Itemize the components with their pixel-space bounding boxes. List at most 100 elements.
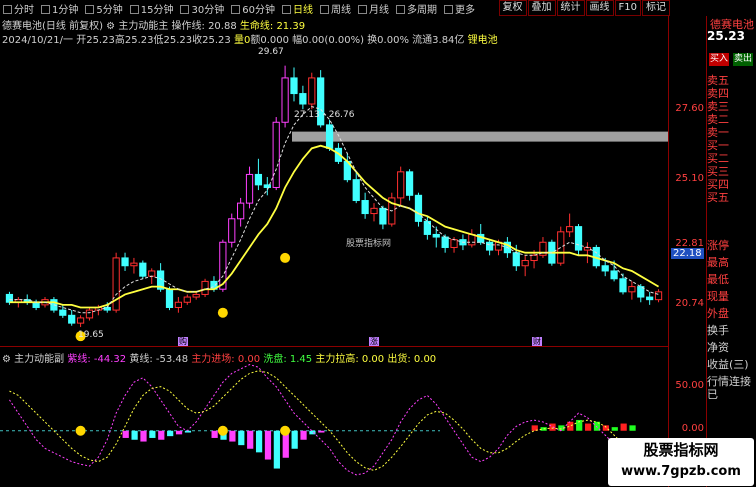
tab-6[interactable]: 日线 (279, 1, 317, 16)
tab-0[interactable]: 分时 (0, 1, 38, 16)
sub-axis-label-2: 0.00 (681, 423, 704, 434)
tab-checkbox-icon (129, 5, 139, 14)
tab-label: 日线 (292, 4, 313, 16)
signal-bar (567, 421, 574, 431)
stat-label-0: 涨停 (707, 239, 729, 252)
candle-body (405, 171, 414, 196)
sub-smiley-icon (280, 425, 291, 436)
signal-bar (318, 430, 325, 433)
order-label-2: 卖三 (707, 100, 729, 113)
signal-bar (238, 430, 245, 446)
candle-body (361, 200, 369, 215)
candle-body (85, 309, 94, 319)
tab-2[interactable]: 5分钟 (82, 1, 126, 16)
sub-indicator-chart[interactable] (0, 362, 668, 487)
order-label-0: 卖五 (707, 74, 729, 87)
signal-bar (131, 430, 138, 440)
panel-divider (0, 346, 668, 347)
tool-button-5[interactable]: 标记 (642, 0, 670, 16)
candle-body (646, 296, 654, 301)
candle-body (574, 226, 583, 251)
signal-bar (255, 430, 263, 453)
range-annotation: 27.13 - 26.76 (294, 110, 355, 120)
candle-body (68, 314, 76, 324)
quote-side-panel: 德赛电池 25.23 买入 卖出 卖五 卖四 卖三 卖二 卖一 买一 买二 买三 买四 买五 涨停… (706, 16, 756, 487)
tab-label: 60分钟 (242, 4, 275, 16)
candle-body (397, 171, 405, 199)
axis-label-2: 25.10 (675, 173, 704, 184)
signal-bar (158, 430, 165, 440)
candle-body (148, 270, 156, 277)
tab-label: 更多 (454, 4, 475, 16)
resistance-band (292, 131, 668, 142)
tab-label: 多周期 (406, 4, 437, 16)
stat-label-7: 收益(三) (707, 358, 749, 371)
tab-7[interactable]: 周线 (317, 1, 355, 16)
candle-body (183, 296, 191, 303)
tab-4[interactable]: 30分钟 (177, 1, 228, 16)
tab-checkbox-icon (3, 5, 12, 14)
signal-bar (309, 430, 316, 435)
signal-bar (549, 423, 556, 431)
signal-bar (184, 430, 192, 433)
signal-bar (175, 430, 183, 435)
current-price-tag: 22.18 (671, 248, 704, 259)
candle-body (121, 257, 129, 267)
signal-mark-2: 涨 (369, 337, 379, 346)
order-label-1: 卖四 (707, 87, 729, 100)
stat-label-2: 最低 (707, 273, 729, 286)
tool-button-2[interactable]: 统计 (556, 0, 585, 16)
candle-body (237, 202, 245, 220)
tool-button-1[interactable]: 叠加 (527, 0, 556, 16)
candle-body (263, 184, 271, 188)
site-logo: 股票指标网 www.7gpzb.com (608, 438, 754, 486)
signal-bar (140, 430, 147, 442)
sub-smiley-icon (217, 425, 228, 436)
stat-label-4: 外盘 (707, 307, 729, 320)
tab-1[interactable]: 1分钟 (38, 1, 82, 16)
tool-button-4[interactable]: F10 (614, 0, 641, 16)
candle-body (512, 252, 520, 267)
signal-bar (229, 430, 236, 442)
candle-body (165, 288, 174, 308)
tool-button-0[interactable]: 复权 (498, 0, 527, 16)
candlestick-chart[interactable] (0, 44, 668, 344)
candle-body (628, 286, 636, 293)
buy-button[interactable]: 买入 (709, 53, 729, 66)
candle-body (619, 278, 627, 293)
signal-bar (300, 430, 307, 440)
candle-body (139, 262, 147, 277)
tab-5[interactable]: 60分钟 (228, 1, 279, 16)
tab-label: 1分钟 (52, 4, 79, 16)
tab-label: 分时 (14, 4, 34, 16)
tab-8[interactable]: 月线 (355, 1, 393, 16)
candle-body (450, 239, 458, 248)
tab-label: 30分钟 (191, 4, 225, 16)
axis-label-4: 20.74 (675, 298, 704, 309)
tab-checkbox-icon (319, 5, 329, 14)
tab-9[interactable]: 多周期 (393, 1, 441, 16)
tab-3[interactable]: 15分钟 (127, 1, 178, 16)
stat-label-3: 现量 (707, 290, 729, 303)
order-label-9: 买五 (707, 191, 729, 204)
candle-body (76, 317, 85, 324)
signal-bar (264, 430, 272, 460)
logo-line-2: www.7gpzb.com (621, 464, 741, 479)
sell-button[interactable]: 卖出 (733, 53, 753, 66)
candle-body (308, 77, 316, 105)
side-price: 25.23 (707, 29, 745, 43)
signal-bar (611, 427, 618, 431)
tab-label: 周线 (330, 4, 351, 16)
signal-mark-1: 购 (178, 337, 188, 346)
candle-body (432, 233, 440, 238)
candle-body (325, 124, 334, 149)
candle-body (112, 257, 120, 311)
tool-button-3[interactable]: 画线 (585, 0, 614, 16)
high-price-annotation: 29.67 (258, 47, 284, 57)
tab-10[interactable]: 更多 (441, 1, 479, 16)
candle-body (352, 179, 360, 202)
sub-axis-label-1: 50.00 (675, 380, 704, 391)
chart-title-row: 德赛电池(日线 前复权) ⚙ 主力动能主 操作线: 20.88 生命线: 21.… (2, 17, 305, 32)
tab-checkbox-icon (85, 5, 95, 14)
watermark-text: 股票指标网 (346, 239, 392, 249)
